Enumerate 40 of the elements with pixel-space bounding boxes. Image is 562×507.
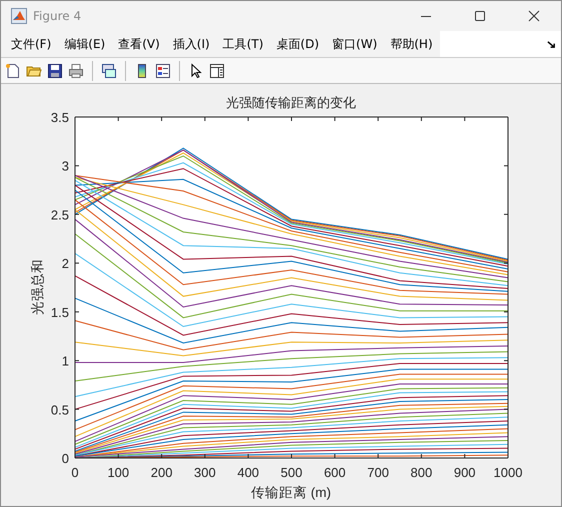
tick-label: 1.5 [50,304,69,320]
menu-item[interactable]: 帮助(H) [384,36,440,52]
maximize-icon[interactable] [474,10,486,22]
tick-label: 1000 [494,465,522,480]
tick-label: 0 [62,451,69,466]
window-title: Figure 4 [33,9,82,23]
app-logo-icon [11,8,27,24]
tick-label: 600 [324,465,346,480]
arrow-icon[interactable] [547,40,556,48]
menu-item[interactable]: 查看(V) [112,36,167,52]
chart-title: 光强随传输距离的变化 [226,95,356,110]
menu-item[interactable]: 窗口(W) [326,36,384,52]
tick-label: 2 [62,256,69,272]
tick-label: 500 [280,465,302,480]
tick-label: 100 [107,465,130,480]
tick-label: 400 [237,465,260,480]
axis-label: 传输距离 (m) [251,485,331,500]
property-panel-icon[interactable] [209,62,225,78]
tick-label: 0.5 [50,402,69,418]
tick-label: 3 [62,158,69,174]
menu-item[interactable]: 工具(T) [216,36,270,52]
axis-label: 光强总和 [30,259,45,315]
close-icon[interactable] [528,10,540,22]
tick-label: 900 [454,465,476,480]
tick-label: 700 [367,465,389,480]
menu-item[interactable]: 文件(F) [5,36,58,52]
tick-label: 300 [194,465,216,480]
menu-item[interactable]: 插入(I) [166,36,217,52]
legend-icon[interactable] [155,62,171,78]
tick-label: 2.5 [50,207,69,222]
tick-label: 1 [62,354,69,369]
linked-windows-icon[interactable] [101,62,117,78]
tick-label: 200 [150,465,172,480]
tick-label: 3.5 [50,110,69,125]
menu-item[interactable]: 桌面(D) [270,36,326,52]
menu-item[interactable]: 编辑(E) [58,36,112,52]
tick-label: 800 [410,465,432,480]
new-file-icon[interactable] [5,62,21,78]
printer-icon[interactable] [68,62,84,78]
tick-label: 0 [71,465,79,480]
